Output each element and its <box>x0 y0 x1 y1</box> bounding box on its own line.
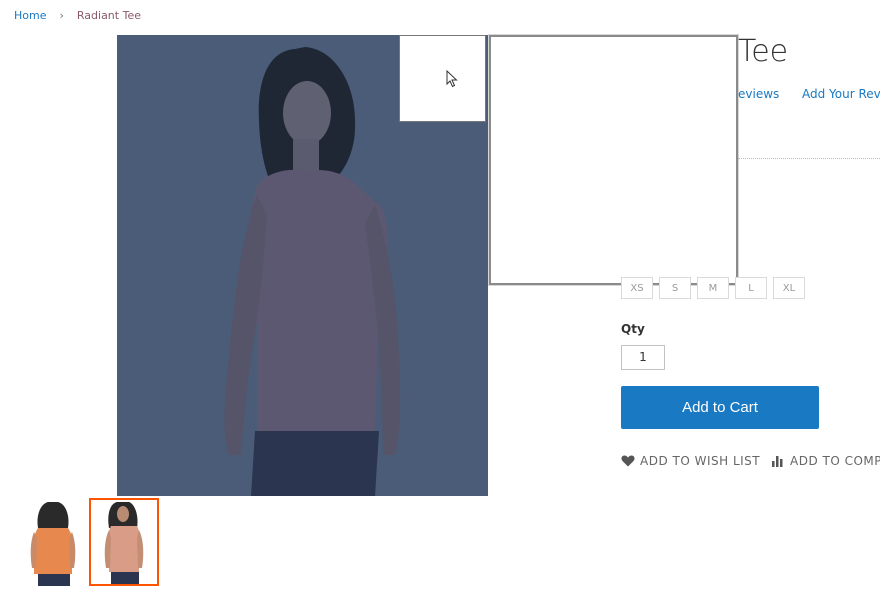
thumbnail-image-back <box>20 498 90 586</box>
size-option-xs[interactable]: XS <box>621 277 653 299</box>
size-option-s[interactable]: S <box>659 277 691 299</box>
product-title: Tee <box>738 34 789 69</box>
qty-label: Qty <box>621 322 645 336</box>
breadcrumb: Home › Radiant Tee <box>14 9 141 22</box>
thumbnail-image-front <box>91 500 157 584</box>
add-to-cart-button[interactable]: Add to Cart <box>621 386 819 429</box>
breadcrumb-home-link[interactable]: Home <box>14 9 46 22</box>
thumbnail-back-view[interactable] <box>20 498 90 586</box>
size-option-l[interactable]: L <box>735 277 767 299</box>
heart-icon <box>621 455 635 467</box>
cursor-arrow-icon <box>446 70 458 88</box>
breadcrumb-current: Radiant Tee <box>76 9 141 22</box>
reviews-link[interactable]: eviews <box>738 87 779 101</box>
compare-label: ADD TO COMPA <box>790 454 880 468</box>
add-review-link[interactable]: Add Your Revie <box>802 87 880 101</box>
add-to-wishlist-link[interactable]: ADD TO WISH LIST <box>621 454 760 468</box>
bar-chart-icon <box>772 456 783 467</box>
breadcrumb-separator: › <box>59 9 64 22</box>
zoom-lens[interactable] <box>399 35 486 122</box>
size-option-xl[interactable]: XL <box>773 277 805 299</box>
wishlist-label: ADD TO WISH LIST <box>640 454 761 468</box>
thumbnail-front-view-active[interactable] <box>89 498 159 586</box>
size-swatches: XS S M L XL <box>621 277 805 299</box>
add-to-compare-link[interactable]: ADD TO COMPA <box>771 454 880 468</box>
qty-input[interactable]: 1 <box>621 345 665 370</box>
size-option-m[interactable]: M <box>697 277 729 299</box>
zoom-preview-window <box>489 35 738 285</box>
info-divider <box>738 158 880 159</box>
